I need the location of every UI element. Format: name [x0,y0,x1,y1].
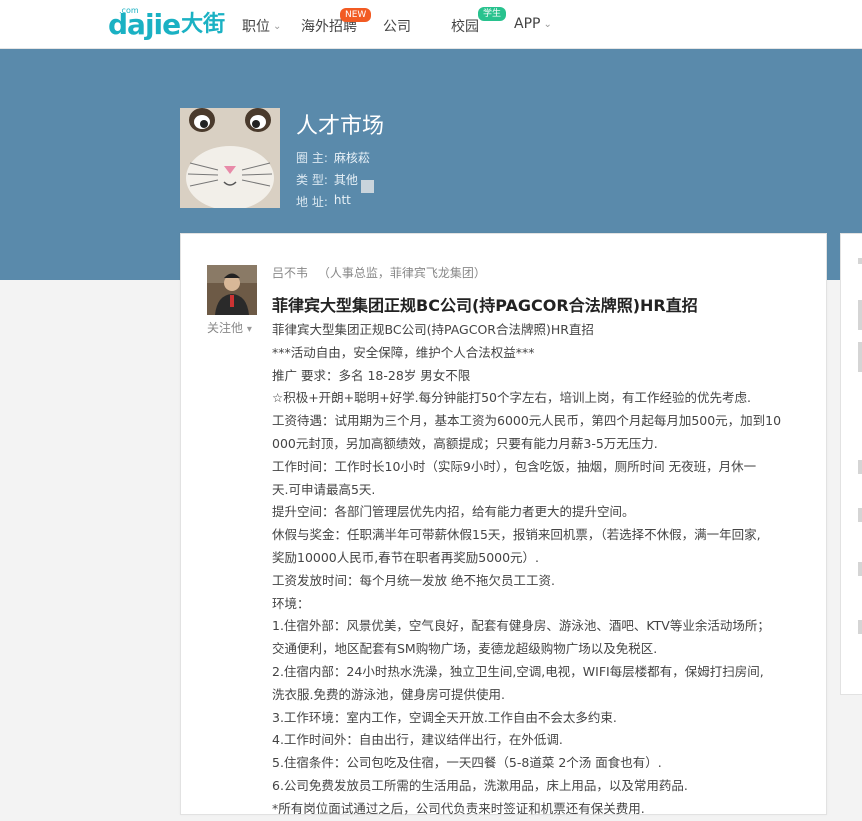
chevron-down-icon: ⌄ [273,20,282,32]
chevron-down-icon: ▾ [246,324,252,335]
person-photo-icon [207,265,257,315]
nav-jobs[interactable]: 职位 ⌄ [242,16,281,36]
body-line: 洗衣服.免费的游泳池，健身房可提供使用. [272,686,505,702]
nav-company[interactable]: 公司 [383,16,411,36]
body-line: *所有岗位面试通过之后，公司代负责来时签证和机票还有保关费用. [272,800,645,816]
nav-jobs-label: 职位 [242,19,270,35]
nav-campus-label: 校园 [451,19,479,35]
group-address-row: 地 址: htt [296,193,351,210]
body-line: 推广 要求：多名 18-28岁 男女不限 [272,367,471,383]
author-line: 吕不韦 （人事总监，菲律宾飞龙集团） [272,264,486,281]
body-line: 000元封顶，另加高额绩效，高额提成；只要有能力月薪3-5万无压力. [272,435,658,451]
owner-label: 圈 主: [296,151,328,165]
post-title[interactable]: 菲律宾大型集团正规BC公司(持PAGCOR合法牌照)HR直招 [272,292,698,316]
post-card: 关注他 ▾ 吕不韦 （人事总监，菲律宾飞龙集团） 菲律宾大型集团正规BC公司(持… [180,233,827,816]
student-badge: 学生 [478,7,507,21]
side-mark [858,300,862,330]
author-name[interactable]: 吕不韦 [272,266,308,280]
group-avatar[interactable] [180,108,280,208]
logo-cn: 大街 [181,12,226,37]
body-line: 工资发放时间：每个月统一发放 绝不拖欠员工工资. [272,572,555,588]
side-mark [858,508,862,522]
chevron-down-icon: ⌄ [543,18,552,30]
author-title: （人事总监，菲律宾飞龙集团） [317,266,486,280]
body-line: 奖励10000人民币,春节在职者再奖励5000元）. [272,549,540,565]
type-label: 类 型: [296,173,328,187]
nav-app-label: APP [514,16,541,32]
body-line: 5.住宿条件：公司包吃及住宿，一天四餐（5-8道菜 2个汤 面食也有）. [272,755,662,771]
address-label: 地 址: [296,195,328,209]
cartoon-face-icon [180,108,280,208]
follow-label: 关注他 [207,321,244,335]
body-line: 环境： [272,595,310,611]
body-line: 休假与奖金：任职满半年可带薪休假15天，报销来回机票，（若选择不休假，满一年回家… [272,527,761,543]
post-body: 菲律宾大型集团正规BC公司(持PAGCOR合法牌照)HR直招 ***活动自由，安… [272,319,802,821]
body-line: 交通便利，地区配套有SM购物广场，麦德龙超级购物广场以及免税区. [272,641,658,657]
group-owner-row: 圈 主: 麻核菘 [296,149,370,166]
body-line: 4.工作时间外：自由出行，建议结伴出行，在外低调. [272,732,563,748]
side-mark [858,562,862,576]
author-avatar[interactable] [207,265,257,315]
nav-company-label: 公司 [383,19,411,35]
address-value[interactable]: htt [334,193,351,210]
body-line: ☆积极+开朗+聪明+好学.每分钟能打50个字左右，培训上岗，有工作经验的优先考虑… [272,390,751,406]
side-mark [858,258,862,264]
side-mark [858,620,862,634]
top-nav: .com dajie 大街 职位 ⌄ 海外招聘 NEW 公司 校园 学生 APP… [0,0,862,49]
body-line: 菲律宾大型集团正规BC公司(持PAGCOR合法牌照)HR直招 [272,322,594,337]
body-line: ***活动自由，安全保障，维护个人合法权益*** [272,344,535,360]
body-line: 3.工作环境：室内工作，空调全天开放.工作自由不会太多约束. [272,709,617,725]
body-line: 天.可申请最高5天. [272,481,376,497]
dajie-logo[interactable]: .com dajie 大街 [108,6,226,40]
body-line: 1.住宿外部：风景优美，空气良好，配套有健身房、游泳池、酒吧、KTV等业余活动场… [272,618,770,634]
logo-domain: .com [119,6,139,15]
follow-button[interactable]: 关注他 ▾ [207,319,252,336]
nav-app[interactable]: APP ⌄ [514,16,552,32]
side-mark [858,460,862,474]
body-line: 工资待遇：试用期为三个月，基本工资为6000元人民币，第四个月起每月加500元，… [272,413,782,429]
owner-name[interactable]: 麻核菘 [334,149,370,166]
side-mark [858,342,862,372]
group-title: 人才市场 [296,114,385,139]
body-line: 工作时间：工作时长10小时（实际9小时），包含吃饭，抽烟，厕所时间 无夜班，月休… [272,458,757,474]
body-line: 6.公司免费发放员工所需的生活用品，洗漱用品，床上用品，以及常用药品. [272,777,688,793]
type-value: 其他 [333,173,358,187]
nav-campus[interactable]: 校园 [451,16,479,36]
group-type-row: 类 型: 其他 [296,171,358,188]
new-badge: NEW [340,8,372,22]
body-line: 2.住宿内部：24小时热水洗澡，独立卫生间,空调,电视，WIFI每层楼都有，保姆… [272,663,764,679]
body-line: 提升空间：各部门管理层优先内招，给有能力者更大的提升空间。 [272,504,635,520]
redaction-block [361,180,374,193]
